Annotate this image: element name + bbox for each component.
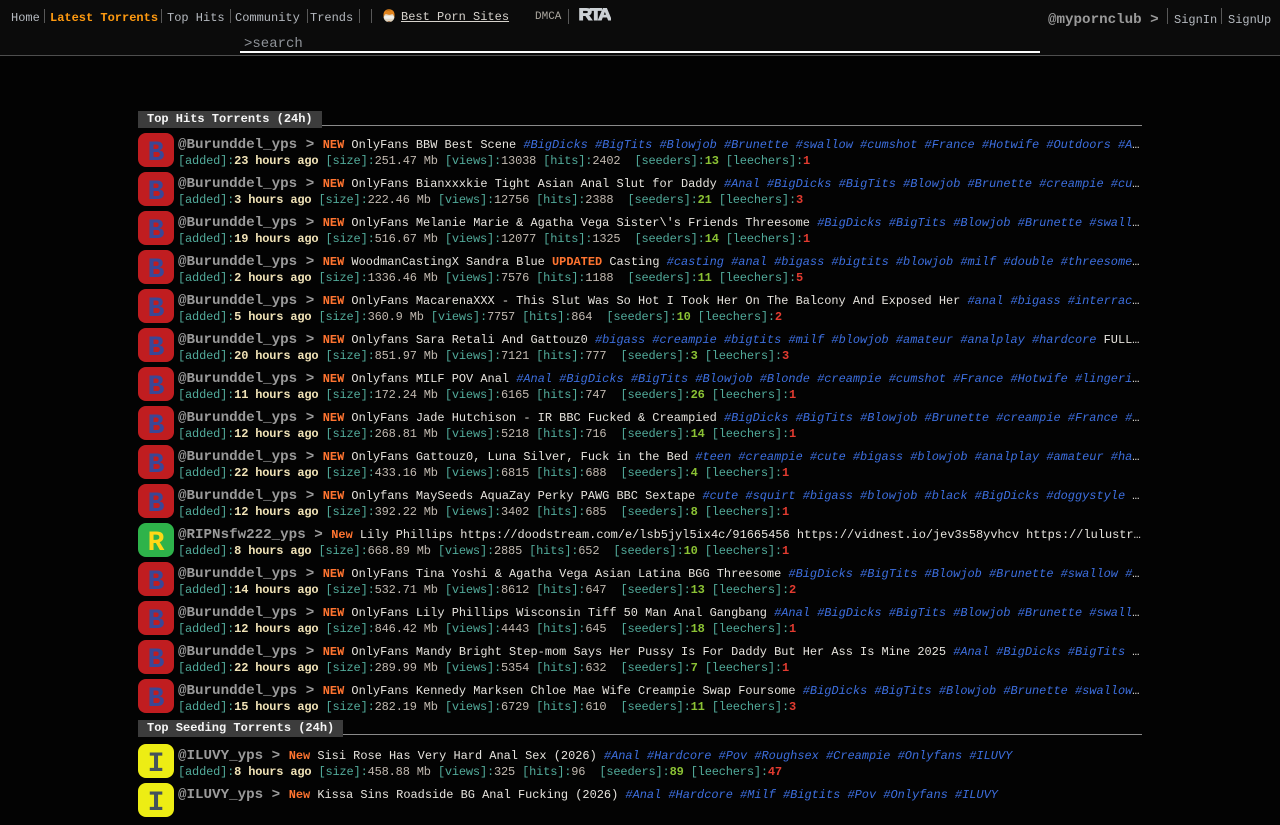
svg-text:RTA: RTA — [579, 7, 612, 22]
